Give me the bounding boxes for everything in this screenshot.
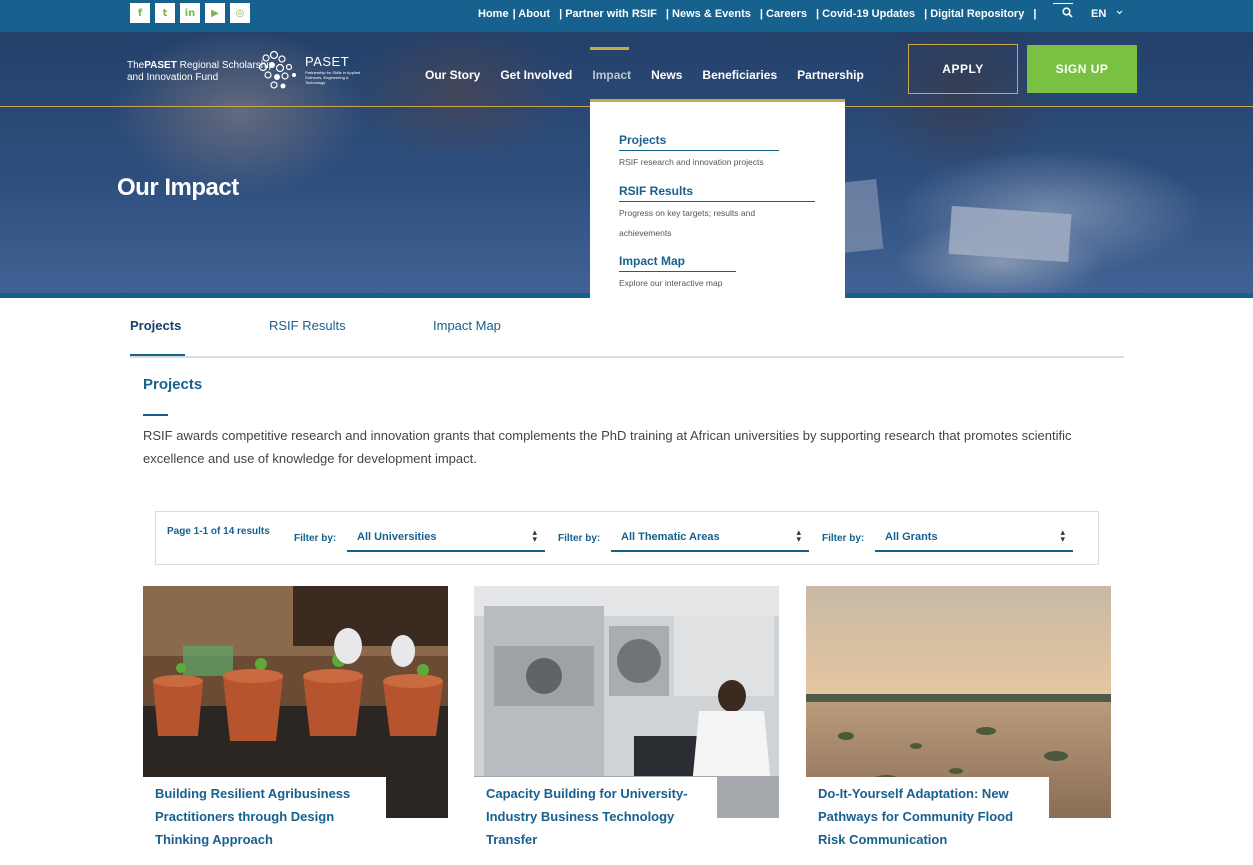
results-count: Page 1-1 of 14 results — [167, 526, 270, 537]
top-link-repository[interactable]: | Digital Repository — [924, 8, 1024, 20]
top-link-careers[interactable]: | Careers — [760, 8, 807, 20]
project-card[interactable]: Building Resilient Agribusiness Practiti… — [143, 586, 448, 865]
thematic-areas-select[interactable]: All Thematic Areas ▴ ▾ — [611, 526, 809, 552]
paset-logo-icon[interactable] — [258, 50, 298, 92]
dropdown-item-impact-map[interactable]: Impact Map — [619, 254, 685, 268]
nav-partnership[interactable]: Partnership — [797, 68, 864, 82]
project-card-title[interactable]: Capacity Building for University-Industr… — [474, 777, 717, 851]
section-title: Projects — [143, 376, 203, 393]
paset-logo-text: PASET — [305, 54, 350, 69]
nav-news[interactable]: News — [651, 68, 682, 82]
social-links: f t in ▶ ◎ — [130, 3, 250, 23]
twitter-icon[interactable]: t — [155, 3, 175, 23]
signup-button[interactable]: SIGN UP — [1027, 45, 1137, 93]
filter-label: Filter by: — [822, 533, 865, 544]
impact-tabs: Projects RSIF Results Impact Map — [130, 318, 1124, 358]
main-nav: Our Story Get Involved Impact News Benef… — [425, 68, 884, 82]
tab-rsif-results[interactable]: RSIF Results — [269, 318, 346, 333]
nav-impact[interactable]: Impact — [592, 68, 631, 82]
top-link-separator: | — [1033, 8, 1037, 20]
universities-select[interactable]: All Universities ▴ ▾ — [347, 526, 545, 552]
top-nav: Home | About | Partner with RSIF | News … — [478, 8, 1040, 20]
section-description: RSIF awards competitive research and inn… — [143, 428, 1072, 466]
dropdown-item-desc: Explore our interactive map — [619, 278, 723, 288]
top-link-about[interactable]: | About — [513, 8, 551, 20]
instagram-icon[interactable]: ◎ — [230, 3, 250, 23]
linkedin-icon[interactable]: in — [180, 3, 200, 23]
dropdown-item-desc: RSIF research and innovation projects — [619, 157, 764, 167]
universities-select-value: All Universities — [357, 531, 437, 543]
project-card[interactable]: Do-It-Yourself Adaptation: New Pathways … — [806, 586, 1111, 865]
top-bar: f t in ▶ ◎ Home | About | Partner with R… — [0, 0, 1253, 32]
logo-prefix: The — [127, 60, 145, 71]
dropdown-item-underline — [619, 201, 815, 202]
sort-arrows-icon: ▴ ▾ — [1060, 528, 1065, 545]
impact-dropdown-menu: Projects RSIF research and innovation pr… — [590, 99, 845, 298]
dropdown-item-projects[interactable]: Projects — [619, 133, 666, 147]
rsif-logo[interactable]: ThePASET Regional Scholarship and Innova… — [127, 60, 274, 84]
sort-arrows-icon: ▴ ▾ — [532, 528, 537, 545]
filter-bar: Page 1-1 of 14 results Filter by: All Un… — [155, 511, 1099, 565]
nav-active-indicator — [590, 47, 629, 50]
search-icon[interactable] — [1062, 7, 1073, 21]
logo-line2: and Innovation Fund — [127, 72, 219, 83]
project-card[interactable]: Capacity Building for University-Industr… — [474, 586, 779, 865]
filter-label: Filter by: — [558, 533, 601, 544]
tab-impact-map[interactable]: Impact Map — [433, 318, 501, 333]
tab-active-underline — [130, 354, 185, 356]
section-rule — [143, 414, 168, 416]
nav-get-involved[interactable]: Get Involved — [500, 68, 572, 82]
nav-our-story[interactable]: Our Story — [425, 68, 480, 82]
chevron-down-icon[interactable] — [1116, 8, 1123, 17]
nav-beneficiaries[interactable]: Beneficiaries — [702, 68, 777, 82]
dropdown-item-desc: Progress on key targets; results and ach… — [619, 208, 756, 238]
logo-bold: PASET — [144, 60, 177, 71]
language-selector[interactable]: EN — [1091, 8, 1106, 20]
top-link-home[interactable]: Home — [478, 8, 509, 20]
filter-label: Filter by: — [294, 533, 337, 544]
sort-arrows-icon: ▴ ▾ — [796, 528, 801, 545]
youtube-icon[interactable]: ▶ — [205, 3, 225, 23]
thematic-areas-select-value: All Thematic Areas — [621, 531, 720, 543]
top-link-news-events[interactable]: | News & Events — [666, 8, 751, 20]
project-card-title[interactable]: Do-It-Yourself Adaptation: New Pathways … — [806, 777, 1049, 851]
dropdown-item-rsif-results[interactable]: RSIF Results — [619, 184, 693, 198]
page-title: Our Impact — [117, 174, 239, 201]
top-link-covid[interactable]: | Covid-19 Updates — [816, 8, 915, 20]
grants-select-value: All Grants — [885, 531, 938, 543]
dropdown-item-underline — [619, 150, 779, 151]
search-divider — [1053, 3, 1073, 4]
facebook-icon[interactable]: f — [130, 3, 150, 23]
project-card-title[interactable]: Building Resilient Agribusiness Practiti… — [143, 777, 386, 851]
paset-logo-subtitle: Partnership for Skills in Applied Scienc… — [305, 70, 361, 85]
apply-button[interactable]: APPLY — [908, 44, 1018, 94]
top-link-partner[interactable]: | Partner with RSIF — [559, 8, 657, 20]
dropdown-item-underline — [619, 271, 736, 272]
grants-select[interactable]: All Grants ▴ ▾ — [875, 526, 1073, 552]
tab-projects[interactable]: Projects — [130, 318, 181, 333]
